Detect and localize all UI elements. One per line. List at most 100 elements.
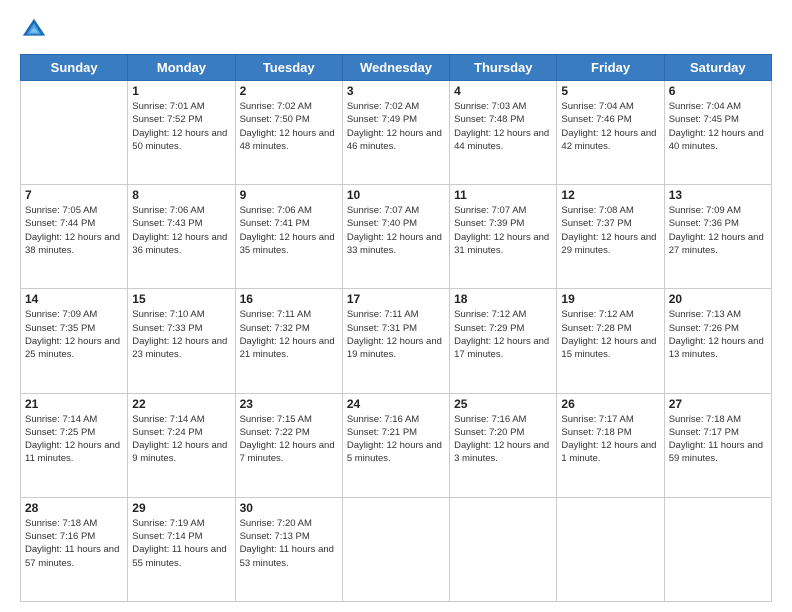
calendar-cell: 24Sunrise: 7:16 AM Sunset: 7:21 PM Dayli… (342, 393, 449, 497)
calendar-cell: 23Sunrise: 7:15 AM Sunset: 7:22 PM Dayli… (235, 393, 342, 497)
day-info: Sunrise: 7:02 AM Sunset: 7:49 PM Dayligh… (347, 100, 445, 153)
day-number: 18 (454, 292, 552, 306)
day-info: Sunrise: 7:18 AM Sunset: 7:17 PM Dayligh… (669, 413, 767, 466)
calendar-cell: 6Sunrise: 7:04 AM Sunset: 7:45 PM Daylig… (664, 81, 771, 185)
calendar-cell: 13 Sunrise: 7:09 AM Sunset: 7:36 PM Dayli… (664, 185, 771, 289)
day-number: 13 (669, 188, 767, 202)
calendar-cell: 20 Sunrise: 7:13 AM Sunset: 7:26 PM Dayli… (664, 289, 771, 393)
day-number: 2 (240, 84, 338, 98)
day-info: Sunrise: 7:11 AM Sunset: 7:31 PM Dayligh… (347, 308, 445, 361)
day-info: Sunrise: 7:02 AM Sunset: 7:50 PM Dayligh… (240, 100, 338, 153)
day-info: Sunrise: 7:19 AM Sunset: 7:14 PM Dayligh… (132, 517, 230, 570)
day-info: Sunrise: 7:20 AM Sunset: 7:13 PM Dayligh… (240, 517, 338, 570)
day-info: Sunrise: 7:16 AM Sunset: 7:20 PM Dayligh… (454, 413, 552, 466)
day-number: 16 (240, 292, 338, 306)
calendar-cell: 14Sunrise: 7:09 AM Sunset: 7:35 PM Dayli… (21, 289, 128, 393)
day-number: 27 (669, 397, 767, 411)
calendar-cell: 9 Sunrise: 7:06 AM Sunset: 7:41 PM Daylig… (235, 185, 342, 289)
calendar-cell: 18 Sunrise: 7:12 AM Sunset: 7:29 PM Dayli… (450, 289, 557, 393)
day-number: 1 (132, 84, 230, 98)
week-row-3: 14Sunrise: 7:09 AM Sunset: 7:35 PM Dayli… (21, 289, 772, 393)
day-info: Sunrise: 7:07 AM Sunset: 7:39 PM Dayligh… (454, 204, 552, 257)
day-info: Sunrise: 7:04 AM Sunset: 7:46 PM Dayligh… (561, 100, 659, 153)
weekday-header-monday: Monday (128, 55, 235, 81)
day-info: Sunrise: 7:03 AM Sunset: 7:48 PM Dayligh… (454, 100, 552, 153)
day-number: 30 (240, 501, 338, 515)
day-number: 9 (240, 188, 338, 202)
calendar-cell: 5 Sunrise: 7:04 AM Sunset: 7:46 PM Daylig… (557, 81, 664, 185)
day-info: Sunrise: 7:06 AM Sunset: 7:43 PM Dayligh… (132, 204, 230, 257)
calendar-cell: 22 Sunrise: 7:14 AM Sunset: 7:24 PM Dayli… (128, 393, 235, 497)
calendar-cell: 27 Sunrise: 7:18 AM Sunset: 7:17 PM Dayli… (664, 393, 771, 497)
weekday-header-wednesday: Wednesday (342, 55, 449, 81)
day-number: 17 (347, 292, 445, 306)
calendar-cell: 3 Sunrise: 7:02 AM Sunset: 7:49 PM Daylig… (342, 81, 449, 185)
day-info: Sunrise: 7:17 AM Sunset: 7:18 PM Dayligh… (561, 413, 659, 466)
weekday-header-friday: Friday (557, 55, 664, 81)
calendar-cell: 28 Sunrise: 7:18 AM Sunset: 7:16 PM Dayli… (21, 497, 128, 601)
header (20, 16, 772, 44)
day-info: Sunrise: 7:06 AM Sunset: 7:41 PM Dayligh… (240, 204, 338, 257)
day-number: 12 (561, 188, 659, 202)
day-info: Sunrise: 7:13 AM Sunset: 7:26 PM Dayligh… (669, 308, 767, 361)
day-info: Sunrise: 7:05 AM Sunset: 7:44 PM Dayligh… (25, 204, 123, 257)
calendar-cell: 19Sunrise: 7:12 AM Sunset: 7:28 PM Dayli… (557, 289, 664, 393)
calendar-cell: 7 Sunrise: 7:05 AM Sunset: 7:44 PM Daylig… (21, 185, 128, 289)
day-number: 28 (25, 501, 123, 515)
day-info: Sunrise: 7:12 AM Sunset: 7:28 PM Dayligh… (561, 308, 659, 361)
day-number: 3 (347, 84, 445, 98)
calendar-cell: 21 Sunrise: 7:14 AM Sunset: 7:25 PM Dayli… (21, 393, 128, 497)
calendar-cell: 29 Sunrise: 7:19 AM Sunset: 7:14 PM Dayli… (128, 497, 235, 601)
week-row-1: 1Sunrise: 7:01 AM Sunset: 7:52 PM Daylig… (21, 81, 772, 185)
day-info: Sunrise: 7:08 AM Sunset: 7:37 PM Dayligh… (561, 204, 659, 257)
calendar-cell: 15Sunrise: 7:10 AM Sunset: 7:33 PM Dayli… (128, 289, 235, 393)
calendar-table: SundayMondayTuesdayWednesdayThursdayFrid… (20, 54, 772, 602)
day-info: Sunrise: 7:09 AM Sunset: 7:36 PM Dayligh… (669, 204, 767, 257)
calendar-cell: 10Sunrise: 7:07 AM Sunset: 7:40 PM Dayli… (342, 185, 449, 289)
day-info: Sunrise: 7:10 AM Sunset: 7:33 PM Dayligh… (132, 308, 230, 361)
day-number: 11 (454, 188, 552, 202)
day-number: 22 (132, 397, 230, 411)
calendar-cell: 12 Sunrise: 7:08 AM Sunset: 7:37 PM Dayli… (557, 185, 664, 289)
day-number: 20 (669, 292, 767, 306)
week-row-5: 28 Sunrise: 7:18 AM Sunset: 7:16 PM Dayli… (21, 497, 772, 601)
day-number: 29 (132, 501, 230, 515)
day-number: 25 (454, 397, 552, 411)
week-row-2: 7 Sunrise: 7:05 AM Sunset: 7:44 PM Daylig… (21, 185, 772, 289)
calendar-cell (664, 497, 771, 601)
calendar-cell: 16 Sunrise: 7:11 AM Sunset: 7:32 PM Dayli… (235, 289, 342, 393)
calendar-cell: 2 Sunrise: 7:02 AM Sunset: 7:50 PM Daylig… (235, 81, 342, 185)
weekday-header-thursday: Thursday (450, 55, 557, 81)
day-number: 21 (25, 397, 123, 411)
weekday-header-row: SundayMondayTuesdayWednesdayThursdayFrid… (21, 55, 772, 81)
calendar-cell: 26 Sunrise: 7:17 AM Sunset: 7:18 PM Dayli… (557, 393, 664, 497)
day-info: Sunrise: 7:04 AM Sunset: 7:45 PM Dayligh… (669, 100, 767, 153)
day-number: 26 (561, 397, 659, 411)
calendar-cell (450, 497, 557, 601)
day-number: 14 (25, 292, 123, 306)
calendar-cell: 8 Sunrise: 7:06 AM Sunset: 7:43 PM Daylig… (128, 185, 235, 289)
day-info: Sunrise: 7:18 AM Sunset: 7:16 PM Dayligh… (25, 517, 123, 570)
weekday-header-sunday: Sunday (21, 55, 128, 81)
calendar-cell (557, 497, 664, 601)
day-info: Sunrise: 7:12 AM Sunset: 7:29 PM Dayligh… (454, 308, 552, 361)
day-info: Sunrise: 7:11 AM Sunset: 7:32 PM Dayligh… (240, 308, 338, 361)
day-number: 8 (132, 188, 230, 202)
logo (20, 16, 52, 44)
calendar-cell: 25 Sunrise: 7:16 AM Sunset: 7:20 PM Dayli… (450, 393, 557, 497)
day-info: Sunrise: 7:07 AM Sunset: 7:40 PM Dayligh… (347, 204, 445, 257)
day-info: Sunrise: 7:15 AM Sunset: 7:22 PM Dayligh… (240, 413, 338, 466)
day-number: 7 (25, 188, 123, 202)
page: SundayMondayTuesdayWednesdayThursdayFrid… (0, 0, 792, 612)
day-number: 24 (347, 397, 445, 411)
day-number: 4 (454, 84, 552, 98)
calendar-cell: 30 Sunrise: 7:20 AM Sunset: 7:13 PM Dayli… (235, 497, 342, 601)
logo-icon (20, 16, 48, 44)
calendar-cell: 1Sunrise: 7:01 AM Sunset: 7:52 PM Daylig… (128, 81, 235, 185)
day-info: Sunrise: 7:14 AM Sunset: 7:24 PM Dayligh… (132, 413, 230, 466)
week-row-4: 21 Sunrise: 7:14 AM Sunset: 7:25 PM Dayli… (21, 393, 772, 497)
calendar-cell: 4 Sunrise: 7:03 AM Sunset: 7:48 PM Daylig… (450, 81, 557, 185)
day-number: 5 (561, 84, 659, 98)
day-info: Sunrise: 7:14 AM Sunset: 7:25 PM Dayligh… (25, 413, 123, 466)
weekday-header-tuesday: Tuesday (235, 55, 342, 81)
